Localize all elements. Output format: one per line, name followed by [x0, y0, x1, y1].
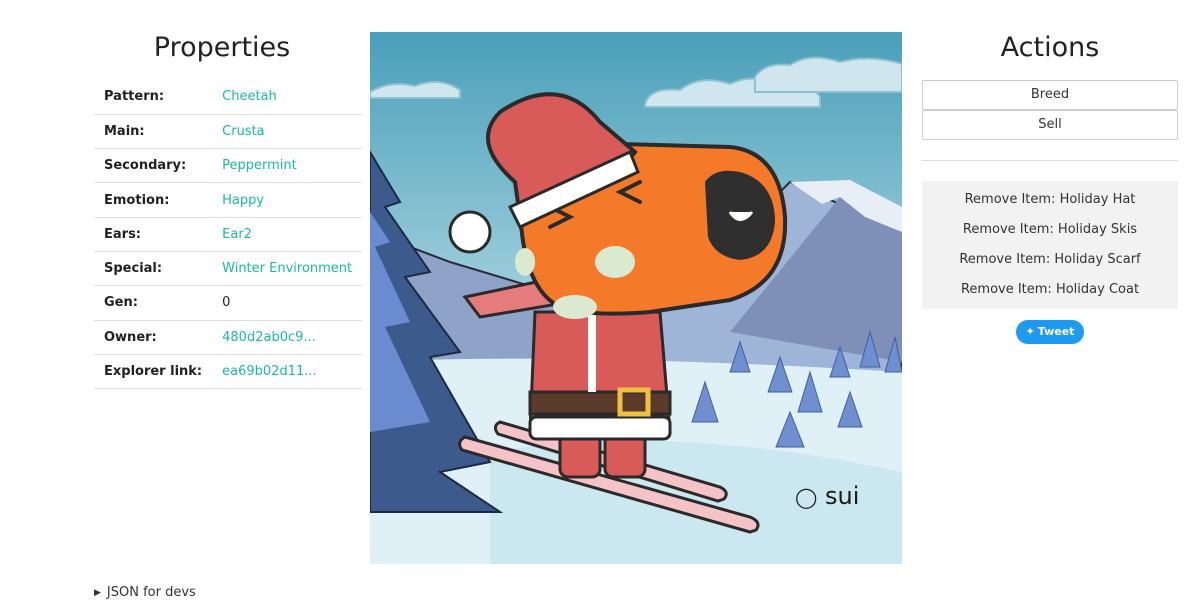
remove-holiday-skis-button[interactable]: Remove Item: Holiday Skis [922, 215, 1178, 245]
json-toggle-label: JSON for devs [106, 585, 196, 600]
property-key: Main: [104, 123, 145, 139]
property-key: Ears: [104, 226, 142, 242]
remove-holiday-hat-button[interactable]: Remove Item: Holiday Hat [922, 185, 1178, 215]
table-row: Secondary: Peppermint [94, 149, 363, 183]
capybara-illustration: ◯ sui [370, 32, 902, 564]
property-value-link[interactable]: Ear2 [212, 217, 362, 251]
disclosure-triangle-icon: ▶ [94, 588, 101, 598]
table-row: Ears: Ear2 [94, 217, 363, 252]
tweet-label: Tweet [1037, 325, 1075, 338]
watermark-text: sui [825, 482, 860, 510]
explorer-link[interactable]: ea69b02d11... [212, 354, 362, 388]
properties-panel: Properties Pattern: Cheetah Main: Crusta… [94, 30, 363, 389]
property-key: Owner: [104, 329, 157, 345]
property-key: Pattern: [104, 89, 165, 105]
owner-link[interactable]: 480d2ab0c9... [212, 320, 362, 354]
remove-holiday-coat-button[interactable]: Remove Item: Holiday Coat [922, 275, 1178, 305]
table-row: Emotion: Happy [94, 183, 363, 218]
table-row: Main: Crusta [94, 114, 363, 149]
property-key: Explorer link: [104, 364, 203, 380]
json-for-devs-toggle[interactable]: ▶ JSON for devs [94, 585, 196, 600]
property-key: Gen: [104, 295, 138, 311]
remove-holiday-scarf-button[interactable]: Remove Item: Holiday Scarf [922, 245, 1178, 275]
table-row: Special: Winter Environment [94, 251, 363, 286]
actions-title: Actions [1000, 32, 1100, 63]
property-key: Secondary: [104, 158, 187, 174]
sui-watermark: ◯ sui [795, 482, 859, 510]
property-value-link[interactable]: Peppermint [212, 149, 362, 183]
twitter-bird-icon: ✦ [1025, 325, 1035, 338]
properties-title: Properties [153, 32, 291, 63]
property-value-link[interactable]: Crusta [212, 114, 362, 148]
drop-icon: ◯ [795, 485, 818, 509]
tweet-button[interactable]: ✦ Tweet [1016, 320, 1084, 344]
actions-panel: Actions Breed Sell Remove Item: Holiday … [922, 30, 1178, 344]
sell-button[interactable]: Sell [922, 110, 1178, 140]
table-row: Gen: 0 [94, 286, 363, 321]
property-value-link[interactable]: Cheetah [212, 80, 362, 114]
hat-pompom [448, 210, 492, 254]
property-key: Emotion: [104, 192, 170, 208]
table-row: Pattern: Cheetah [94, 80, 363, 115]
property-key: Special: [104, 261, 163, 277]
property-value-link[interactable]: Happy [212, 183, 362, 217]
divider [922, 160, 1178, 161]
properties-table: Pattern: Cheetah Main: Crusta Secondary:… [94, 80, 363, 389]
property-value: 0 [222, 295, 231, 311]
property-value-link[interactable]: Winter Environment [212, 251, 362, 285]
table-row: Explorer link: ea69b02d11... [94, 354, 363, 389]
breed-button[interactable]: Breed [922, 80, 1178, 110]
table-row: Owner: 480d2ab0c9... [94, 320, 363, 355]
remove-items-list: Remove Item: Holiday Hat Remove Item: Ho… [922, 181, 1178, 309]
